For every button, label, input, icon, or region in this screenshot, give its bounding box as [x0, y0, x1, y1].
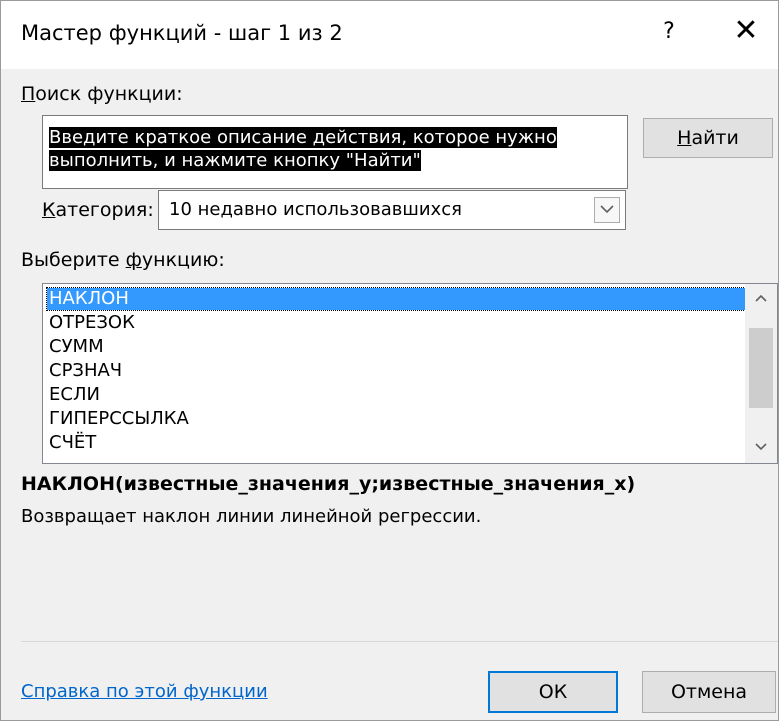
list-item[interactable]: СРЗНАЧ	[47, 360, 747, 382]
function-list-label: Выберите функцию:	[21, 249, 225, 271]
scrollbar-thumb[interactable]	[749, 328, 773, 408]
search-input-text: Введите краткое описание действия, котор…	[49, 127, 557, 171]
list-item[interactable]: ОТРЕЗОК	[47, 312, 747, 334]
function-listbox[interactable]: НАКЛОН ОТРЕЗОК СУММ СРЗНАЧ ЕСЛИ ГИПЕРССЫ…	[42, 283, 778, 464]
scroll-up-icon[interactable]	[745, 286, 777, 312]
function-signature: НАКЛОН(известные_значения_y;известные_зн…	[21, 473, 636, 495]
cancel-button[interactable]: Отмена	[642, 671, 776, 713]
function-help-link[interactable]: Справка по этой функции	[21, 681, 268, 702]
chevron-down-icon[interactable]	[594, 197, 620, 223]
list-item[interactable]: ЕСЛИ	[47, 384, 747, 406]
search-label: Поиск функции:	[21, 83, 183, 105]
help-question-icon[interactable]: ?	[656, 19, 682, 44]
list-item[interactable]: СЧЁТ	[47, 432, 747, 454]
dialog-title: Мастер функций - шаг 1 из 2	[21, 21, 343, 45]
category-dropdown[interactable]: 10 недавно использовавшихся	[158, 190, 626, 230]
function-description: Возвращает наклон линии линейной регресс…	[21, 506, 482, 527]
list-scrollbar[interactable]	[745, 284, 777, 463]
find-button[interactable]: Найти	[643, 118, 773, 158]
function-wizard-dialog: Мастер функций - шаг 1 из 2 ? ✕ Поиск фу…	[0, 0, 779, 721]
scroll-down-icon[interactable]	[745, 435, 777, 461]
search-input[interactable]: Введите краткое описание действия, котор…	[42, 115, 628, 189]
list-item[interactable]: ГИПЕРССЫЛКА	[47, 408, 747, 430]
list-item[interactable]: СУММ	[47, 336, 747, 358]
ok-button[interactable]: ОК	[488, 671, 618, 713]
category-label: Категория:	[42, 199, 154, 221]
list-item-selected[interactable]: НАКЛОН	[46, 287, 748, 311]
footer-divider	[21, 641, 778, 642]
category-selected-value: 10 недавно использовавшихся	[169, 199, 462, 220]
title-bar: Мастер функций - шаг 1 из 2 ? ✕	[1, 1, 778, 69]
close-icon[interactable]: ✕	[731, 13, 761, 48]
